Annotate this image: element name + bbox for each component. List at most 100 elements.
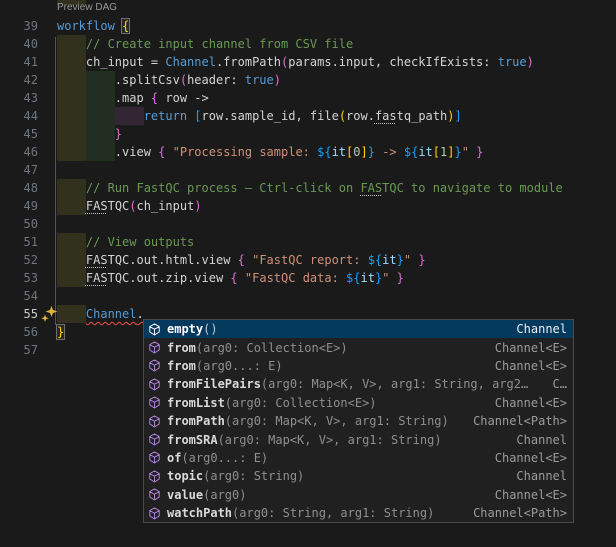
code-token <box>57 307 86 321</box>
suggest-item-detail: (arg0: Map<K, V>, arg1: String) <box>218 433 442 447</box>
code-token: FAS <box>86 199 108 213</box>
code-token <box>57 127 115 141</box>
suggest-item-from[interactable]: from(arg0...: E)Channel<E> <box>144 357 573 375</box>
suggest-item-empty[interactable]: empty()Channel <box>144 320 573 338</box>
code-token: it <box>332 145 346 159</box>
code-token: 0 <box>353 145 360 159</box>
suggest-item-topic[interactable]: topic(arg0: String)Channel <box>144 467 573 485</box>
line-number[interactable]: 45 <box>0 125 38 143</box>
code-line[interactable]: 54 <box>0 287 616 305</box>
line-number[interactable]: 55 <box>0 305 38 323</box>
code-line[interactable]: 44 return [row.sample_id, file(row.fastq… <box>0 107 616 125</box>
code-token: Channel <box>86 307 137 321</box>
code-token: ${ <box>317 145 331 159</box>
code-line[interactable]: 42 .splitCsv(header: true) <box>0 71 616 89</box>
code-line[interactable]: 45 } <box>0 125 616 143</box>
copilot-sparkle-icon[interactable] <box>40 306 58 322</box>
code-line[interactable]: 39workflow { <box>0 17 616 35</box>
line-number[interactable]: 46 <box>0 143 38 161</box>
code-token <box>57 253 86 267</box>
suggest-item-from[interactable]: from(arg0: Collection<E>)Channel<E> <box>144 338 573 356</box>
line-number[interactable]: 42 <box>0 71 38 89</box>
line-number[interactable]: 49 <box>0 197 38 215</box>
code-token: } <box>397 271 404 285</box>
code-line[interactable]: 52 FASTQC.out.html.view { "FastQC report… <box>0 251 616 269</box>
bracket-pair-guide <box>55 37 56 325</box>
code-line[interactable]: 43 .map { row -> <box>0 89 616 107</box>
suggest-item-fromFilePairs[interactable]: fromFilePairs(arg0: Map<K, V>, arg1: Str… <box>144 375 573 393</box>
code-token: ) <box>194 199 201 213</box>
code-token: true <box>498 55 527 69</box>
method-icon <box>148 507 161 520</box>
line-number[interactable]: 47 <box>0 161 38 179</box>
line-number[interactable]: 44 <box>0 107 38 125</box>
code-token: "Processing sample: <box>173 145 318 159</box>
suggest-item-of[interactable]: of(arg0...: E)Channel<E> <box>144 449 573 467</box>
code-token: "FastQC data: <box>245 271 346 285</box>
code-token: TQC <box>108 199 130 213</box>
code-token: FAS <box>86 271 108 285</box>
suggest-item-label: fromPath <box>167 414 225 428</box>
code-line[interactable]: 51 // View outputs <box>0 233 616 251</box>
code-token: ${ <box>404 145 418 159</box>
suggest-item-watchPath[interactable]: watchPath(arg0: String, arg1: String)Cha… <box>144 504 573 522</box>
codelens-preview-dag[interactable]: Preview DAG <box>57 1 117 14</box>
code-token: // Create input channel from CSV file <box>57 37 353 51</box>
code-token: } <box>397 253 404 267</box>
suggest-item-detail: () <box>203 322 217 336</box>
suggest-item-fromSRA[interactable]: fromSRA(arg0: Map<K, V>, arg1: String)Ch… <box>144 430 573 448</box>
line-number[interactable]: 56 <box>0 323 38 341</box>
line-number[interactable]: 40 <box>0 35 38 53</box>
code-text: // Run FastQC process – Ctrl-click on FA… <box>57 179 563 197</box>
code-line[interactable]: 49 FASTQC(ch_input) <box>0 197 616 215</box>
suggest-item-fromList[interactable]: fromList(arg0: Collection<E>)Channel<E> <box>144 394 573 412</box>
code-line[interactable]: 40 // Create input channel from CSV file <box>0 35 616 53</box>
code-token: .fromPath <box>216 55 281 69</box>
code-token: // Run FastQC process – Ctrl-click on <box>57 181 360 195</box>
code-line[interactable]: 41 ch_input = Channel.fromPath(params.in… <box>0 53 616 71</box>
code-text: Channel. <box>57 305 144 323</box>
line-number[interactable]: 53 <box>0 269 38 287</box>
code-editor: Preview DAG 39workflow {40 // Create inp… <box>0 0 616 547</box>
code-token: params.input, checkIfExists: <box>288 55 498 69</box>
code-token: [ <box>433 145 440 159</box>
suggest-item-type: Channel <box>508 469 567 483</box>
code-line[interactable]: 47 <box>0 161 616 179</box>
suggest-item-type: Channel<Path> <box>465 414 567 428</box>
code-line[interactable]: 50 <box>0 215 616 233</box>
line-number[interactable]: 57 <box>0 341 38 359</box>
suggest-item-detail: (arg0: Collection<E>) <box>196 341 348 355</box>
line-number[interactable]: 52 <box>0 251 38 269</box>
line-number[interactable]: 48 <box>0 179 38 197</box>
code-line[interactable]: 53 FASTQC.out.zip.view { "FastQC data: $… <box>0 269 616 287</box>
code-token: true <box>245 73 274 87</box>
line-number[interactable]: 41 <box>0 53 38 71</box>
code-text: ch_input = Channel.fromPath(params.input… <box>57 53 534 71</box>
line-number[interactable]: 39 <box>0 17 38 35</box>
method-icon <box>148 359 161 372</box>
suggest-item-detail: (arg0: Map<K, V>, arg1: String, arg2… <box>261 377 528 391</box>
code-token: // View outputs <box>57 235 194 249</box>
method-icon <box>148 451 161 464</box>
suggest-item-type: Channel <box>508 433 567 447</box>
code-token: ( <box>129 199 136 213</box>
code-token: ${ <box>346 271 360 285</box>
suggest-item-label: topic <box>167 469 203 483</box>
line-number[interactable]: 54 <box>0 287 38 305</box>
suggest-item-value[interactable]: value(arg0)Channel<E> <box>144 486 573 504</box>
code-token: } <box>476 145 483 159</box>
code-token: -> <box>375 145 404 159</box>
suggest-item-fromPath[interactable]: fromPath(arg0: Map<K, V>, arg1: String) C… <box>144 412 573 430</box>
suggest-item-detail: (arg0: Map<K, V>, arg1: String) <box>225 414 449 428</box>
code-line[interactable]: 46 .view { "Processing sample: ${it[0]} … <box>0 143 616 161</box>
line-number[interactable]: 43 <box>0 89 38 107</box>
code-token: [ <box>194 109 201 123</box>
code-token: ch_input = <box>57 55 165 69</box>
code-line[interactable]: 48 // Run FastQC process – Ctrl-click on… <box>0 179 616 197</box>
suggest-item-label: empty <box>167 322 203 336</box>
code-token: "FastQC report: <box>252 253 368 267</box>
line-number[interactable]: 51 <box>0 233 38 251</box>
code-token: header: <box>187 73 245 87</box>
code-token: { <box>238 253 245 267</box>
line-number[interactable]: 50 <box>0 215 38 233</box>
